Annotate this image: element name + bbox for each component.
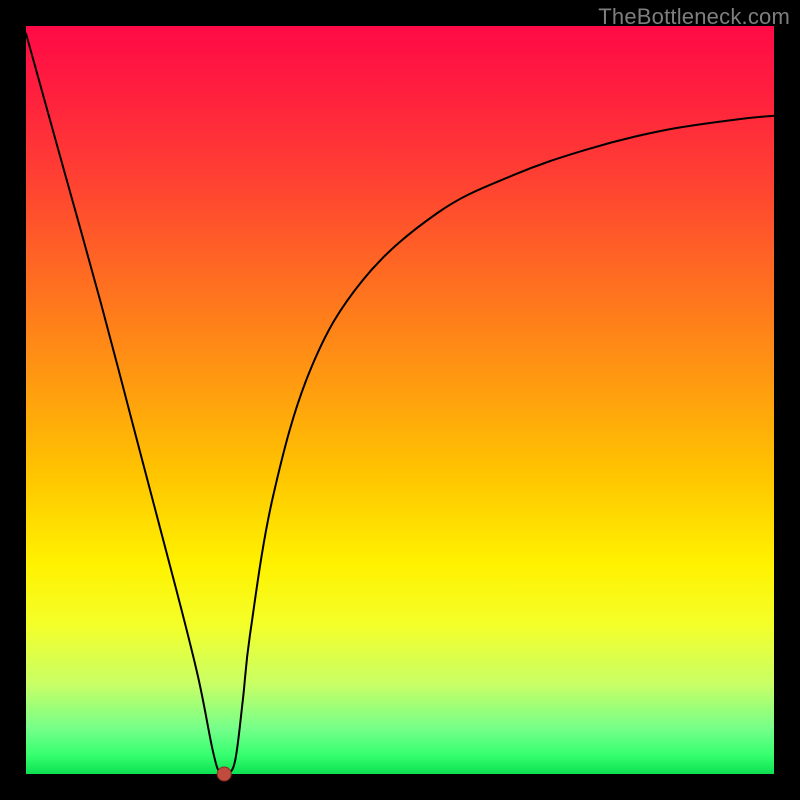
plot-area xyxy=(26,26,774,774)
minimum-point-marker xyxy=(217,767,231,781)
bottleneck-chart: TheBottleneck.com xyxy=(0,0,800,800)
bottleneck-curve xyxy=(26,33,774,776)
watermark-text: TheBottleneck.com xyxy=(598,4,790,30)
curve-svg xyxy=(26,26,774,774)
